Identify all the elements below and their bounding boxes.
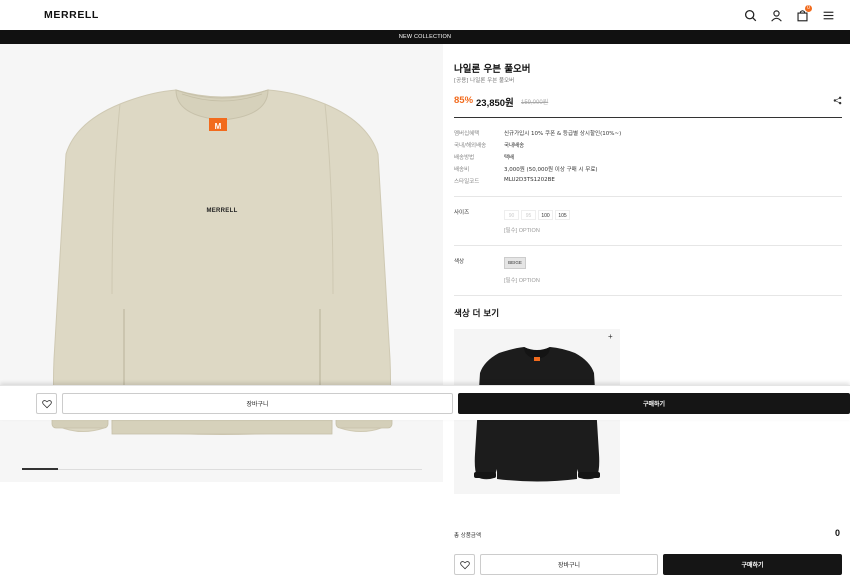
sticky-add-to-cart-button[interactable]: 장바구니 bbox=[62, 393, 453, 414]
product-subtitle: [공용] 나일론 우븐 풀오버 bbox=[454, 78, 515, 84]
original-price: 159,000원 bbox=[521, 100, 549, 106]
svg-text:M: M bbox=[215, 122, 222, 131]
size-chip-100[interactable]: 100 bbox=[538, 210, 553, 220]
size-options: 90 95 100 105 bbox=[504, 210, 570, 220]
buy-now-button[interactable]: 구매하기 bbox=[663, 554, 842, 575]
wishlist-button[interactable] bbox=[454, 554, 475, 575]
site-header: MERRELL 0 bbox=[0, 0, 850, 30]
color-option-label: 색상 bbox=[454, 259, 465, 265]
header-icons: 0 bbox=[742, 5, 836, 23]
spec-row-shipping-region: 국내/해외배송 국내배송 bbox=[454, 143, 525, 149]
search-icon[interactable] bbox=[742, 7, 758, 23]
size-chip-90[interactable]: 90 bbox=[504, 210, 519, 220]
total-value: 0 bbox=[834, 528, 840, 538]
sticky-wishlist-button[interactable] bbox=[36, 393, 57, 414]
heart-icon bbox=[41, 399, 52, 408]
add-to-cart-button[interactable]: 장바구니 bbox=[480, 554, 658, 575]
sale-price: 23,850원 bbox=[476, 98, 514, 109]
color-chip-beige[interactable]: BEIGE bbox=[504, 257, 526, 269]
divider bbox=[454, 117, 842, 118]
size-chip-95[interactable]: 95 bbox=[521, 210, 536, 220]
gallery-progress-fill bbox=[22, 468, 58, 470]
size-required-hint: [필수] OPTION bbox=[504, 228, 540, 234]
divider bbox=[454, 196, 842, 197]
plus-icon[interactable]: + bbox=[608, 332, 613, 341]
spec-row-shipping-method: 배송방법 택배 bbox=[454, 155, 515, 161]
total-label: 총 상품금액 bbox=[454, 533, 482, 539]
gallery-progress bbox=[22, 468, 422, 470]
size-option-label: 사이즈 bbox=[454, 210, 470, 216]
heart-icon bbox=[459, 560, 470, 569]
product-detail-page: MERRELL 0 NEW COLLECTION M MERRELL 나일론 우… bbox=[0, 0, 850, 583]
spec-row-membership: 멤버십혜택 신규가입시 10% 쿠폰 & 등급별 상시할인(10%~) bbox=[454, 131, 622, 137]
size-chip-105[interactable]: 105 bbox=[555, 210, 570, 220]
more-colors-title: 색상 더 보기 bbox=[454, 309, 500, 319]
promo-banner[interactable]: NEW COLLECTION bbox=[0, 30, 850, 44]
spec-row-style-code: 스타일코드 MLU2D3TS1202BE bbox=[454, 177, 555, 185]
color-required-hint: [필수] OPTION bbox=[504, 278, 540, 284]
svg-text:MERRELL: MERRELL bbox=[206, 208, 237, 214]
cart-count-badge: 0 bbox=[805, 5, 812, 12]
sticky-purchase-bar: 장바구니 구매하기 bbox=[0, 385, 850, 420]
user-icon[interactable] bbox=[768, 7, 784, 23]
divider bbox=[454, 295, 842, 296]
divider bbox=[454, 245, 842, 246]
product-title: 나일론 우븐 풀오버 bbox=[454, 64, 531, 75]
cart-icon[interactable]: 0 bbox=[794, 5, 812, 23]
spec-row-shipping-fee: 배송비 3,000원 (50,000원 이상 구매 시 무료) bbox=[454, 167, 598, 173]
brand-logo[interactable]: MERRELL bbox=[44, 9, 99, 21]
menu-icon[interactable] bbox=[820, 7, 836, 23]
sticky-buy-now-button[interactable]: 구매하기 bbox=[458, 393, 850, 414]
share-icon[interactable] bbox=[833, 96, 842, 105]
discount-rate: 85% bbox=[454, 95, 474, 106]
